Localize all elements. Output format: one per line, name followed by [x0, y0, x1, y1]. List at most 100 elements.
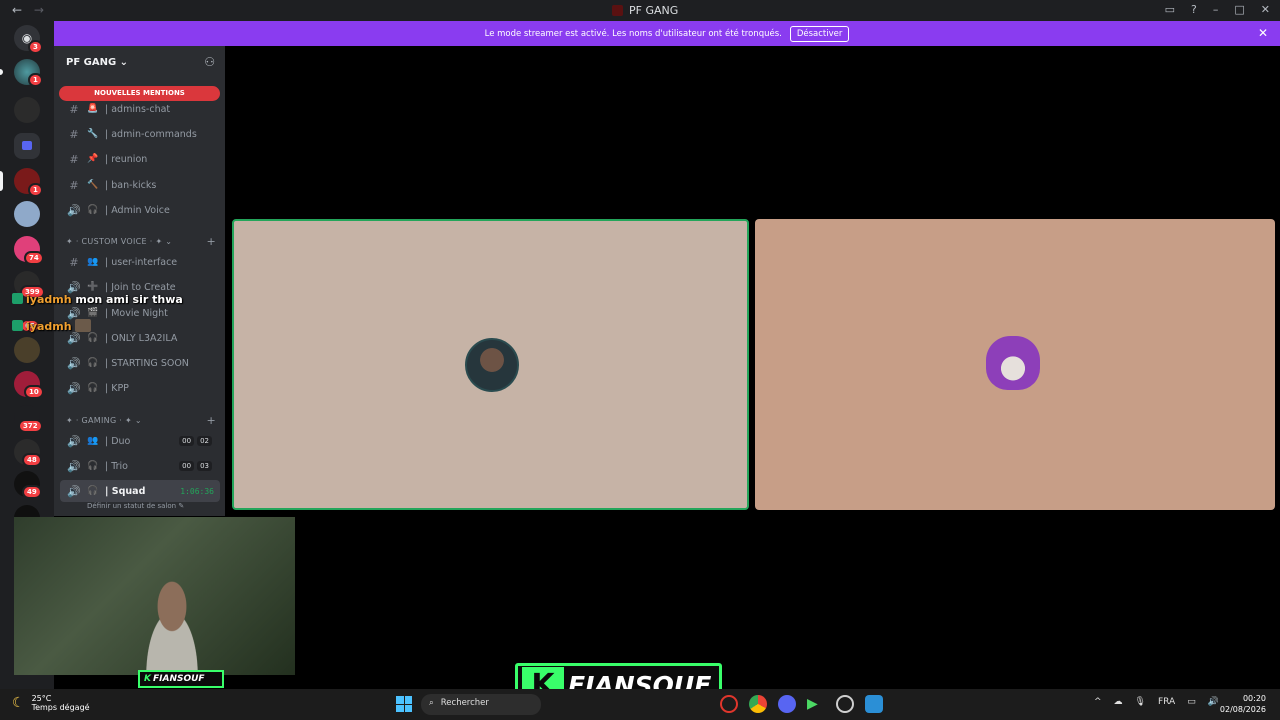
plus-emoji: ➕ — [87, 282, 99, 292]
chat-text: mon ami sir thwa — [75, 293, 183, 306]
back-arrow-icon[interactable]: ← — [12, 3, 22, 17]
window-title-group: PF GANG — [612, 4, 678, 17]
category-gaming[interactable]: ✦ · GAMING · ✦ ⌄ + — [66, 414, 216, 427]
participant-avatar — [465, 338, 519, 392]
people-emoji: 👥 — [87, 436, 99, 446]
close-icon[interactable]: ✕ — [1258, 26, 1268, 40]
speaker-icon: 🔊 — [67, 280, 81, 294]
set-channel-status[interactable]: Définir un statut de salon ✎ — [87, 502, 184, 510]
channel-label: | ban-kicks — [105, 179, 157, 191]
taskbar-clock[interactable]: 00:20 02/08/2026 — [1220, 693, 1266, 715]
network-icon[interactable]: ▭ — [1187, 697, 1196, 707]
channel-sidebar: PF GANG ⌄ ⚇ NOUVELLES MENTIONS # 🚨 | adm… — [54, 46, 225, 516]
channel-label: | Admin Voice — [105, 204, 170, 216]
forward-arrow-icon[interactable]: → — [34, 3, 44, 17]
participant-tile[interactable] — [755, 219, 1275, 510]
speaker-icon: 🔊 — [67, 381, 81, 395]
channel-label: | ONLY L3A2ILA — [105, 332, 178, 344]
channel-kpp[interactable]: 🔊 🎧 | KPP — [60, 377, 220, 399]
speaker-icon: 🔊 — [67, 306, 81, 320]
logo-k: K — [144, 674, 151, 684]
opera-icon[interactable] — [720, 695, 738, 713]
headphones-emoji: 🎧 — [87, 486, 99, 496]
headphones-emoji: 🎧 — [87, 205, 99, 215]
server-badge-1: 1 — [28, 73, 43, 87]
server-badge-9: 49 — [22, 485, 42, 499]
channel-trio[interactable]: 🔊 🎧 | Trio 00 03 — [60, 455, 220, 477]
chat-badge-icon — [12, 320, 23, 331]
chrome-icon[interactable] — [749, 695, 767, 713]
add-channel-icon[interactable]: + — [206, 235, 216, 248]
max-users: 02 — [197, 436, 212, 446]
obs-icon[interactable] — [836, 695, 854, 713]
help-icon[interactable]: ? — [1191, 3, 1197, 16]
logo-name: FIANSOUF — [152, 674, 205, 684]
weather-text: Temps dégagé — [31, 703, 90, 712]
channel-ban-kicks[interactable]: # 🔨 | ban-kicks — [60, 174, 220, 196]
headphones-emoji: 🎧 — [87, 461, 99, 471]
call-timer: 1:06:36 — [180, 486, 214, 496]
server-header[interactable]: PF GANG ⌄ ⚇ — [54, 46, 225, 78]
channel-user-interface[interactable]: # 👥 | user-interface — [60, 251, 220, 273]
play-icon[interactable]: ▶ — [807, 695, 825, 713]
channel-admin-voice[interactable]: 🔊 🎧 | Admin Voice — [60, 199, 220, 221]
volume-icon[interactable]: 🔊 — [1208, 697, 1219, 707]
channel-label: | user-interface — [105, 256, 178, 268]
category-custom-voice[interactable]: ✦ · CUSTOM VOICE · ✦ ⌄ + — [66, 235, 216, 248]
chat-message: iyadmh mon ami sir thwa — [12, 293, 183, 306]
channel-label: | reunion — [105, 153, 148, 165]
maximize-button[interactable]: □ — [1234, 3, 1244, 16]
channel-squad[interactable]: 🔊 🎧 | Squad 1:06:36 — [60, 480, 220, 502]
channel-admin-commands[interactable]: # 🔧 | admin-commands — [60, 123, 220, 145]
moon-icon: ☾ — [12, 695, 25, 711]
photos-icon[interactable] — [865, 695, 883, 713]
windows-taskbar: ☾ 25°C Temps dégagé ⌕ Rechercher ▶ ^ ☁ 🎙… — [0, 689, 1280, 720]
channel-duo[interactable]: 🔊 👥 | Duo 00 02 — [60, 430, 220, 452]
minimize-button[interactable]: – — [1213, 3, 1219, 16]
inbox-icon[interactable]: ▭ — [1165, 3, 1175, 16]
channel-reunion[interactable]: # 📌 | reunion — [60, 148, 220, 170]
server-icon-2[interactable] — [14, 97, 40, 123]
server-name: PF GANG — [66, 57, 117, 68]
invite-people-icon[interactable]: ⚇ — [204, 55, 215, 69]
weather-widget[interactable]: ☾ 25°C Temps dégagé — [12, 694, 90, 712]
text-channel-icon: # — [69, 178, 79, 192]
chevron-up-icon[interactable]: ^ — [1094, 697, 1102, 707]
chat-badge-icon — [12, 293, 23, 304]
siren-emoji: 🚨 — [87, 104, 99, 114]
category-label: ✦ · CUSTOM VOICE · ✦ ⌄ — [66, 237, 173, 246]
text-channel-icon: # — [69, 102, 79, 116]
system-tray: ^ ☁ 🎙 FRA ▭ 🔊 — [1094, 697, 1219, 707]
people-emoji: 👥 — [87, 257, 99, 267]
window-title: PF GANG — [629, 4, 679, 17]
close-window-button[interactable]: ✕ — [1261, 3, 1270, 16]
server-badge-7: 372 — [18, 419, 43, 433]
language-indicator[interactable]: FRA — [1158, 697, 1175, 707]
home-badge: 3 — [28, 40, 43, 54]
participant-avatar — [986, 336, 1040, 390]
participant-tile-speaking[interactable] — [232, 219, 749, 510]
channel-starting-soon[interactable]: 🔊 🎧 | STARTING SOON — [60, 352, 220, 374]
channel-label: | Join to Create — [105, 281, 176, 293]
cloud-icon[interactable]: ☁ — [1114, 697, 1123, 707]
channel-label: | Squad — [105, 485, 146, 497]
server-badge-6: 10 — [24, 385, 44, 399]
clapper-emoji: 🎬 — [87, 308, 99, 318]
channel-admins-chat[interactable]: # 🚨 | admins-chat — [60, 98, 220, 120]
taskbar-search[interactable]: ⌕ Rechercher — [421, 694, 541, 715]
wrench-emoji: 🔧 — [87, 129, 99, 139]
microphone-icon[interactable]: 🎙 — [1135, 697, 1146, 707]
folder-icon[interactable] — [14, 133, 40, 159]
hammer-emoji: 🔨 — [87, 180, 99, 190]
disable-streamer-mode-button[interactable]: Désactiver — [789, 25, 850, 42]
webcam-overlay: K FIANSOUF — [14, 517, 295, 688]
text-channel-icon: # — [69, 255, 79, 269]
server-icon-3[interactable] — [14, 201, 40, 227]
chat-username: iyadmh — [26, 320, 72, 333]
add-channel-icon[interactable]: + — [206, 414, 216, 427]
server-logo-icon — [612, 5, 623, 16]
discord-icon[interactable] — [778, 695, 796, 713]
nav-buttons: ← → — [12, 3, 44, 17]
server-icon-6[interactable] — [14, 337, 40, 363]
windows-start-icon[interactable] — [396, 696, 412, 712]
